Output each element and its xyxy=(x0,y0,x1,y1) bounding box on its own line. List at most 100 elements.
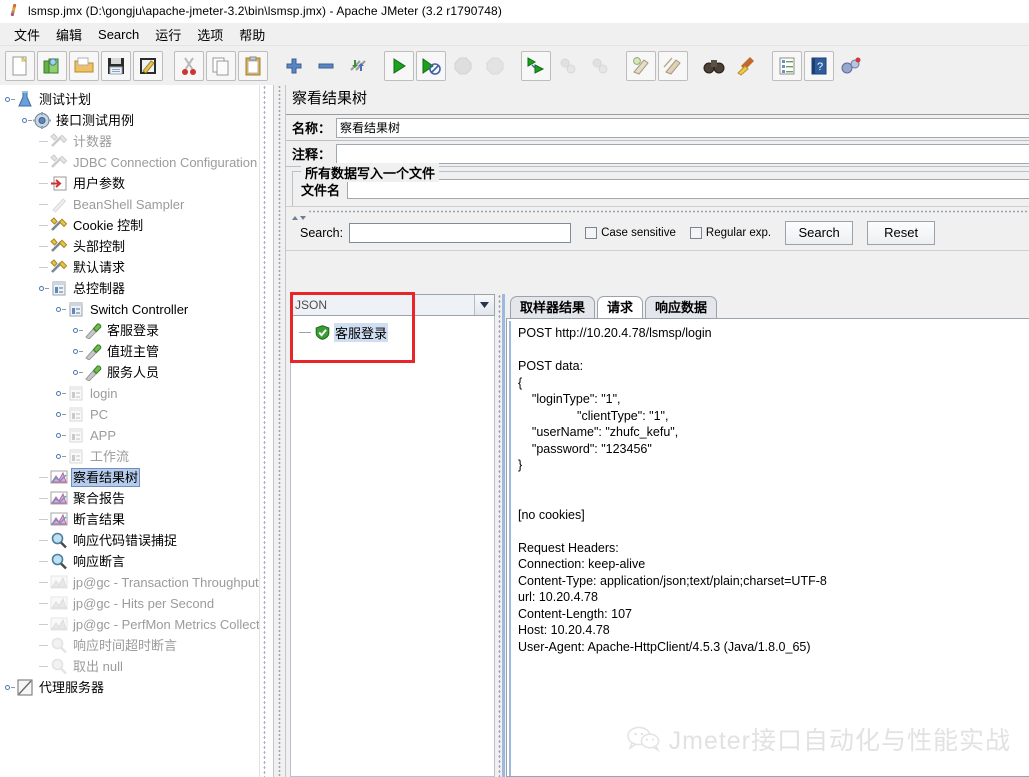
tree-node[interactable]: 服务人员 xyxy=(0,362,272,383)
menu-help[interactable]: 帮助 xyxy=(231,23,273,46)
config-results-splitter[interactable] xyxy=(286,206,1029,220)
tree-node[interactable]: 代理服务器 xyxy=(0,677,272,698)
case-sensitive-checkbox[interactable]: Case sensitive xyxy=(585,226,676,239)
tree-node[interactable]: 察看结果树 xyxy=(0,467,272,488)
tree-expand-handle[interactable] xyxy=(72,367,83,378)
tree-expand-handle[interactable] xyxy=(55,388,66,399)
search-icon[interactable] xyxy=(699,51,729,81)
tree-node[interactable]: 头部控制 xyxy=(0,236,272,257)
reset-search-icon[interactable] xyxy=(731,51,761,81)
remote-start-all-icon[interactable] xyxy=(521,50,551,81)
save-icon[interactable] xyxy=(101,50,131,81)
tree-node[interactable]: 工作流 xyxy=(0,446,272,467)
tree-node[interactable]: Switch Controller xyxy=(0,299,272,320)
tree-expand-handle[interactable] xyxy=(21,115,32,126)
search-input[interactable] xyxy=(349,222,572,243)
tree-node[interactable]: 断言结果 xyxy=(0,509,272,530)
expand-all-icon[interactable] xyxy=(279,51,309,81)
list-item[interactable]: 客服登录 xyxy=(299,322,494,342)
toggle-icon[interactable] xyxy=(343,51,373,81)
cut-icon[interactable] xyxy=(174,50,204,81)
tree-node[interactable]: 响应代码错误捕捉 xyxy=(0,530,272,551)
tree-node[interactable]: 用户参数 xyxy=(0,173,272,194)
tree-node-label: 默认请求 xyxy=(73,260,126,275)
tree-node[interactable]: PC xyxy=(0,404,272,425)
reset-button[interactable]: Reset xyxy=(867,220,936,245)
tree-node[interactable]: jp@gc - PerfMon Metrics Collector xyxy=(0,614,272,635)
tree-node[interactable]: 客服登录 xyxy=(0,320,272,341)
function-helper-icon[interactable] xyxy=(772,50,802,81)
config-icon xyxy=(50,217,68,234)
tree-expand-handle[interactable] xyxy=(4,94,15,105)
paste-icon[interactable] xyxy=(238,50,268,81)
menu-file[interactable]: 文件 xyxy=(6,23,48,46)
left-right-splitter[interactable] xyxy=(273,85,286,777)
tree-expand-handle[interactable] xyxy=(55,409,66,420)
tree-node[interactable]: 响应断言 xyxy=(0,551,272,572)
help-icon[interactable]: ? xyxy=(804,50,834,81)
tree-node[interactable]: JDBC Connection Configuration xyxy=(0,152,272,173)
tree-node[interactable]: 测试计划 xyxy=(0,89,272,110)
tree-node[interactable]: jp@gc - Transaction Throughput vs xyxy=(0,572,272,593)
test-plan-tree[interactable]: 测试计划 接口测试用例 计数器 JDBC Connection Configurati… xyxy=(0,85,272,698)
tab-request[interactable]: 请求 xyxy=(597,296,644,318)
tree-node[interactable]: 总控制器 xyxy=(0,278,272,299)
tab-response-data[interactable]: 响应数据 xyxy=(645,296,718,318)
checkbox-box[interactable] xyxy=(585,226,598,239)
copy-icon[interactable] xyxy=(206,50,236,81)
tree-expand-handle[interactable] xyxy=(55,430,66,441)
new-icon[interactable] xyxy=(5,50,35,81)
tree-node[interactable]: 聚合报告 xyxy=(0,488,272,509)
tree-expand-handle[interactable] xyxy=(4,682,15,693)
clear-icon[interactable] xyxy=(626,50,656,81)
tree-expand-handle[interactable] xyxy=(72,325,83,336)
tree-expand-handle[interactable] xyxy=(38,283,49,294)
search-button[interactable]: Search xyxy=(785,220,854,245)
renderer-combobox[interactable]: JSON xyxy=(290,294,495,316)
tree-node[interactable]: BeanShell Sampler xyxy=(0,194,272,215)
result-tree[interactable]: 客服登录 xyxy=(290,316,495,777)
filename-label: 文件名 xyxy=(301,182,341,198)
templates-icon[interactable] xyxy=(37,50,67,81)
save-as-icon[interactable] xyxy=(133,50,163,81)
tree-node[interactable]: jp@gc - Hits per Second xyxy=(0,593,272,614)
open-icon[interactable] xyxy=(69,50,99,81)
name-input[interactable]: 察看结果树 xyxy=(336,117,1029,138)
tree-expand-handle[interactable] xyxy=(55,304,66,315)
comment-input[interactable] xyxy=(336,143,1029,164)
results-detail-splitter[interactable] xyxy=(495,294,506,777)
tree-vertical-scrollbar[interactable] xyxy=(259,85,272,777)
tree-node[interactable]: 响应时间超时断言 xyxy=(0,635,272,656)
tree-node[interactable]: 默认请求 xyxy=(0,257,272,278)
tree-node[interactable]: 值班主管 xyxy=(0,341,272,362)
menu-search[interactable]: Search xyxy=(90,25,147,44)
test-plan-tree-panel[interactable]: 测试计划 接口测试用例 计数器 JDBC Connection Configurati… xyxy=(0,85,273,777)
request-tab-content[interactable]: POST http://10.20.4.78/lsmsp/login POST … xyxy=(506,318,1029,777)
tree-node-label: BeanShell Sampler xyxy=(73,197,185,212)
regular-exp-checkbox[interactable]: Regular exp. xyxy=(689,226,771,239)
tree-expand-handle[interactable] xyxy=(72,346,83,357)
start-no-pauses-icon[interactable] xyxy=(416,50,446,81)
tab-sampler-result[interactable]: 取样器结果 xyxy=(510,296,596,318)
tree-node[interactable]: 取出 null xyxy=(0,656,272,677)
tree-node[interactable]: APP xyxy=(0,425,272,446)
checkbox-box[interactable] xyxy=(689,226,702,239)
tree-node[interactable]: login xyxy=(0,383,272,404)
tree-expand-handle[interactable] xyxy=(55,451,66,462)
chevron-down-icon[interactable] xyxy=(474,295,494,315)
clear-all-icon[interactable] xyxy=(658,50,688,81)
menu-run[interactable]: 运行 xyxy=(147,23,189,46)
tree-node[interactable]: Cookie 控制 xyxy=(0,215,272,236)
splitter-arrows-icon[interactable] xyxy=(290,208,308,220)
tree-node[interactable]: 接口测试用例 xyxy=(0,110,272,131)
undo-redo-icon[interactable] xyxy=(836,51,866,81)
request-text[interactable]: POST http://10.20.4.78/lsmsp/login POST … xyxy=(516,321,1029,655)
start-icon[interactable] xyxy=(384,50,414,81)
tree-leaf-spacer xyxy=(38,136,49,147)
tree-node-label: 客服登录 xyxy=(107,323,160,338)
collapse-all-icon[interactable] xyxy=(311,51,341,81)
menu-edit[interactable]: 编辑 xyxy=(48,23,90,46)
menu-options[interactable]: 选项 xyxy=(189,23,231,46)
filename-input[interactable] xyxy=(347,179,1029,199)
tree-node[interactable]: 计数器 xyxy=(0,131,272,152)
